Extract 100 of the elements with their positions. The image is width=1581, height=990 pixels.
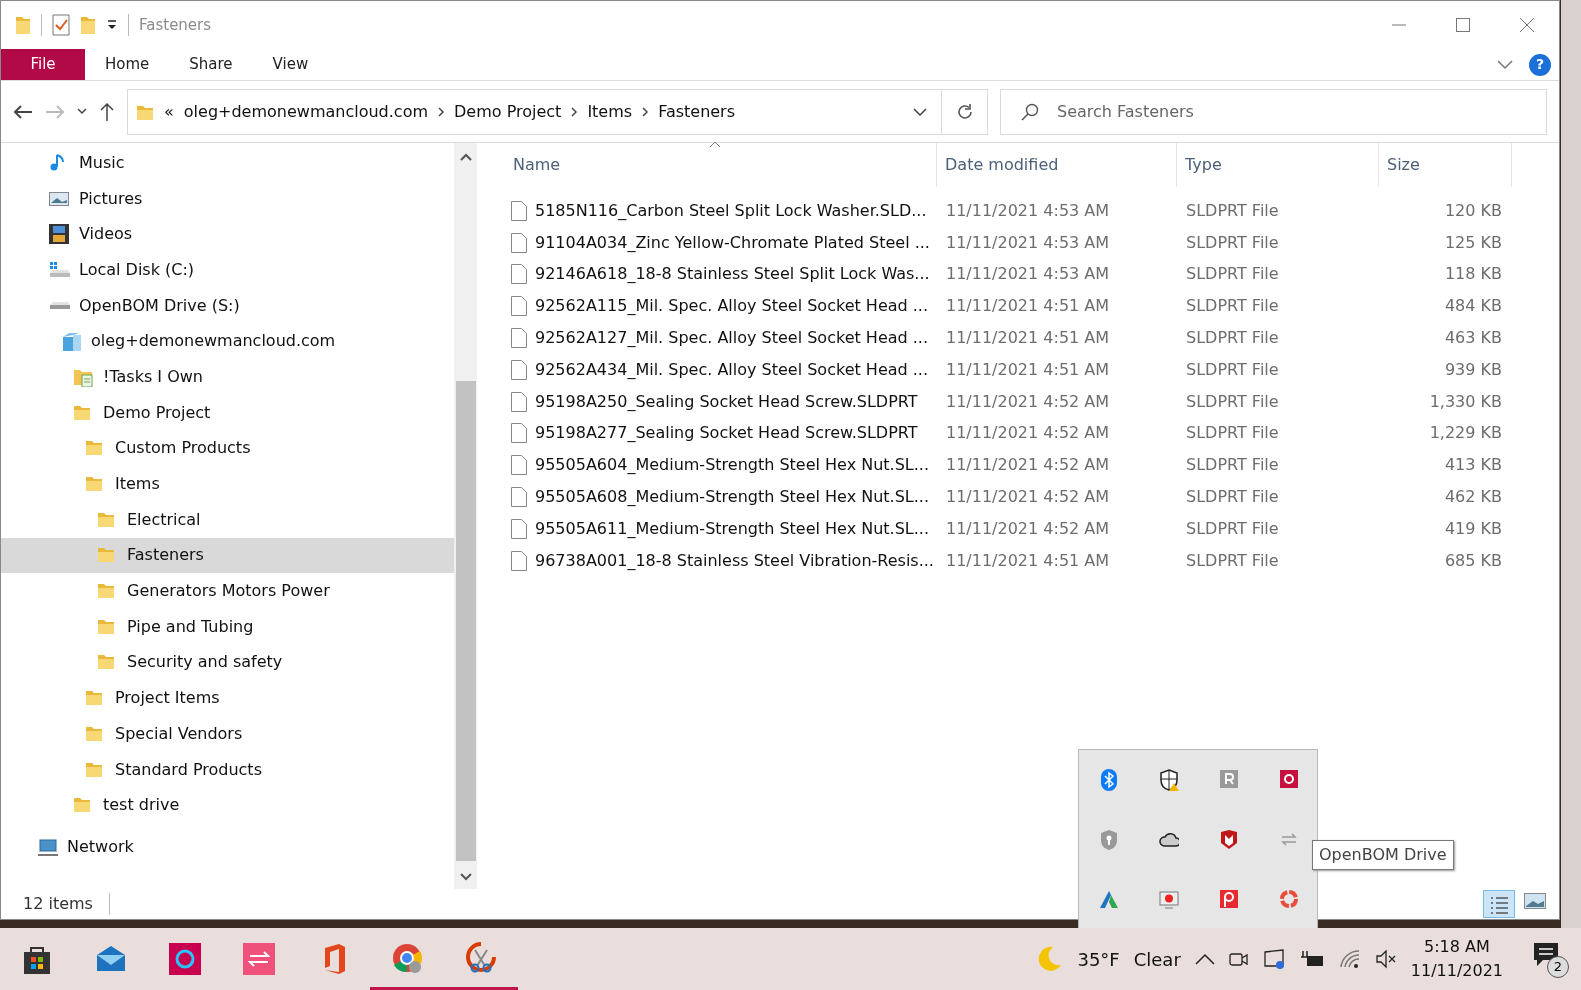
tree-item[interactable]: Music <box>1 145 454 181</box>
file-name[interactable]: 95198A277_Sealing Socket Head Screw.SLDPRT <box>535 421 918 446</box>
file-size: 125 KB <box>1443 231 1502 254</box>
file-name[interactable]: 95198A250_Sealing Socket Head Screw.SLDPRT <box>535 389 918 414</box>
speaker-muted-icon[interactable] <box>1374 949 1397 969</box>
document-icon <box>511 550 527 571</box>
tree-item[interactable]: Pictures <box>1 180 454 217</box>
file-size: 462 KB <box>1443 486 1502 509</box>
refresh-button[interactable] <box>942 88 988 135</box>
column-header[interactable]: Name <box>505 143 937 187</box>
date-modified: 11/11/2021 4:53 AM <box>945 263 1111 286</box>
details-view-button[interactable] <box>1483 890 1515 918</box>
file-type: SLDPRT File <box>1185 231 1280 254</box>
shield-warning-icon[interactable] <box>1159 769 1179 791</box>
screen-sync-icon[interactable] <box>1262 948 1285 970</box>
scrollbar[interactable] <box>454 143 477 889</box>
ribbon-tab[interactable]: View <box>252 49 329 80</box>
breadcrumb[interactable]: Fasteners <box>658 99 736 124</box>
chevron-icon <box>438 106 444 117</box>
record-screen-icon[interactable] <box>1159 889 1179 911</box>
file-menu-tab[interactable]: File <box>1 49 85 80</box>
tree-item[interactable]: Videos <box>1 216 454 253</box>
up-icon[interactable] <box>99 101 115 122</box>
file-name[interactable]: 95505A611_Medium-Strength Steel Hex Nut.SL... <box>535 516 930 541</box>
back-icon[interactable] <box>13 103 33 120</box>
tree-item[interactable]: Pipe and Tubing <box>1 608 454 645</box>
maximize-icon[interactable] <box>1455 17 1471 33</box>
ribbon-tab[interactable]: Share <box>169 49 253 80</box>
document-icon <box>511 200 527 221</box>
file-type: SLDPRT File <box>1185 517 1280 540</box>
temperature[interactable]: 35°F <box>1077 945 1120 973</box>
customize-dropdown-icon[interactable] <box>106 19 118 31</box>
tree-item[interactable]: OpenBOM Drive (S:) <box>1 287 454 324</box>
address-dropdown-icon[interactable] <box>913 107 927 116</box>
shield-lock-icon[interactable] <box>1099 829 1119 851</box>
scroll-up-icon[interactable] <box>459 153 472 161</box>
column-header[interactable]: Size <box>1379 143 1512 187</box>
tree-item[interactable]: test drive <box>1 787 454 824</box>
bluetooth-icon[interactable] <box>1099 769 1119 791</box>
path-overflow[interactable]: « <box>164 99 174 124</box>
file-name[interactable]: 92562A434_Mil. Spec. Alloy Steel Socket Head ... <box>535 357 929 382</box>
triangle-logo-icon[interactable] <box>1099 889 1119 911</box>
ring-logo-icon[interactable] <box>1279 889 1299 911</box>
file-name[interactable]: 92562A115_Mil. Spec. Alloy Steel Socket Head ... <box>535 294 929 319</box>
file-name[interactable]: 92146A618_18-8 Stainless Steel Split Lock Was... <box>535 262 930 287</box>
tree-item[interactable]: Security and safety <box>1 644 454 681</box>
tree-item[interactable]: Custom Products <box>1 430 454 467</box>
gear-tile-icon[interactable] <box>1279 769 1299 791</box>
column-header[interactable]: Type <box>1177 143 1379 187</box>
tree-item[interactable]: Electrical <box>1 501 454 538</box>
tree-item[interactable]: Project Items <box>1 680 454 716</box>
date-modified: 11/11/2021 4:52 AM <box>945 422 1111 445</box>
building-icon <box>61 331 83 352</box>
date-modified: 11/11/2021 4:51 AM <box>945 549 1111 572</box>
folder-icon <box>15 15 31 35</box>
close-icon[interactable] <box>1519 17 1535 33</box>
tree-item[interactable]: Generators Motors Power <box>1 573 454 609</box>
tree-item[interactable]: Demo Project <box>1 394 454 431</box>
ribbon-tab[interactable]: Home <box>85 49 170 80</box>
help-button[interactable]: ? <box>1529 53 1551 76</box>
tree-item[interactable]: Standard Products <box>1 751 454 788</box>
file-name[interactable]: 96738A001_18-8 Stainless Steel Vibration-Resis... <box>535 548 934 573</box>
file-name[interactable]: 5185N116_Carbon Steel Split Lock Washer.SLD... <box>535 198 927 223</box>
properties-icon[interactable] <box>52 14 70 36</box>
tooltip: OpenBOM Drive <box>1312 840 1454 870</box>
date-modified: 11/11/2021 4:53 AM <box>945 199 1111 222</box>
weather-condition[interactable]: Clear <box>1133 945 1181 973</box>
document-icon <box>511 518 527 539</box>
wifi-icon[interactable] <box>1338 949 1361 969</box>
tree-item[interactable]: !Tasks I Own <box>1 359 454 395</box>
file-type: SLDPRT File <box>1185 358 1280 381</box>
breadcrumb[interactable]: oleg+demonewmancloud.com <box>183 99 428 124</box>
file-name[interactable]: 95505A604_Medium-Strength Steel Hex Nut.SL... <box>535 453 930 478</box>
recent-locations-icon[interactable] <box>77 107 87 116</box>
p-tile-icon[interactable] <box>1219 889 1239 911</box>
scroll-down-icon[interactable] <box>459 873 472 881</box>
file-size: 1,229 KB <box>1428 422 1502 445</box>
show-hidden-icons-icon[interactable] <box>1194 953 1215 965</box>
m-shield-icon[interactable] <box>1219 829 1239 851</box>
breadcrumb[interactable]: Demo Project <box>454 99 562 124</box>
expand-ribbon-icon[interactable] <box>1497 59 1513 70</box>
date-modified: 11/11/2021 4:52 AM <box>945 486 1111 509</box>
date-modified: 11/11/2021 4:52 AM <box>945 454 1111 477</box>
tree-item[interactable]: Fasteners <box>1 537 454 574</box>
battery-plug-icon[interactable] <box>1298 950 1325 968</box>
notification-center-button[interactable]: 2 <box>1533 940 1569 978</box>
tree-item[interactable]: Items <box>1 466 454 502</box>
file-name[interactable]: 91104A034_Zinc Yellow-Chromate Plated Steel ... <box>535 230 930 255</box>
file-size: 120 KB <box>1443 199 1502 222</box>
file-name[interactable]: 95505A608_Medium-Strength Steel Hex Nut.SL... <box>535 485 930 510</box>
tree-item[interactable]: Network <box>1 829 454 865</box>
tree-item[interactable]: Special Vendors <box>1 716 454 752</box>
tree-item[interactable]: oleg+demonewmancloud.com <box>1 323 454 360</box>
column-header[interactable]: Date modified <box>937 143 1177 187</box>
file-name[interactable]: 92562A127_Mil. Spec. Alloy Steel Socket Head ... <box>535 326 929 351</box>
letter-r-tile-icon[interactable] <box>1219 769 1239 791</box>
breadcrumb[interactable]: Items <box>587 99 633 124</box>
search-field[interactable]: Search Fasteners <box>1000 88 1547 135</box>
clock[interactable]: 5:18 AM 11/11/2021 <box>1410 935 1503 983</box>
tree-item[interactable]: Local Disk (C:) <box>1 252 454 288</box>
